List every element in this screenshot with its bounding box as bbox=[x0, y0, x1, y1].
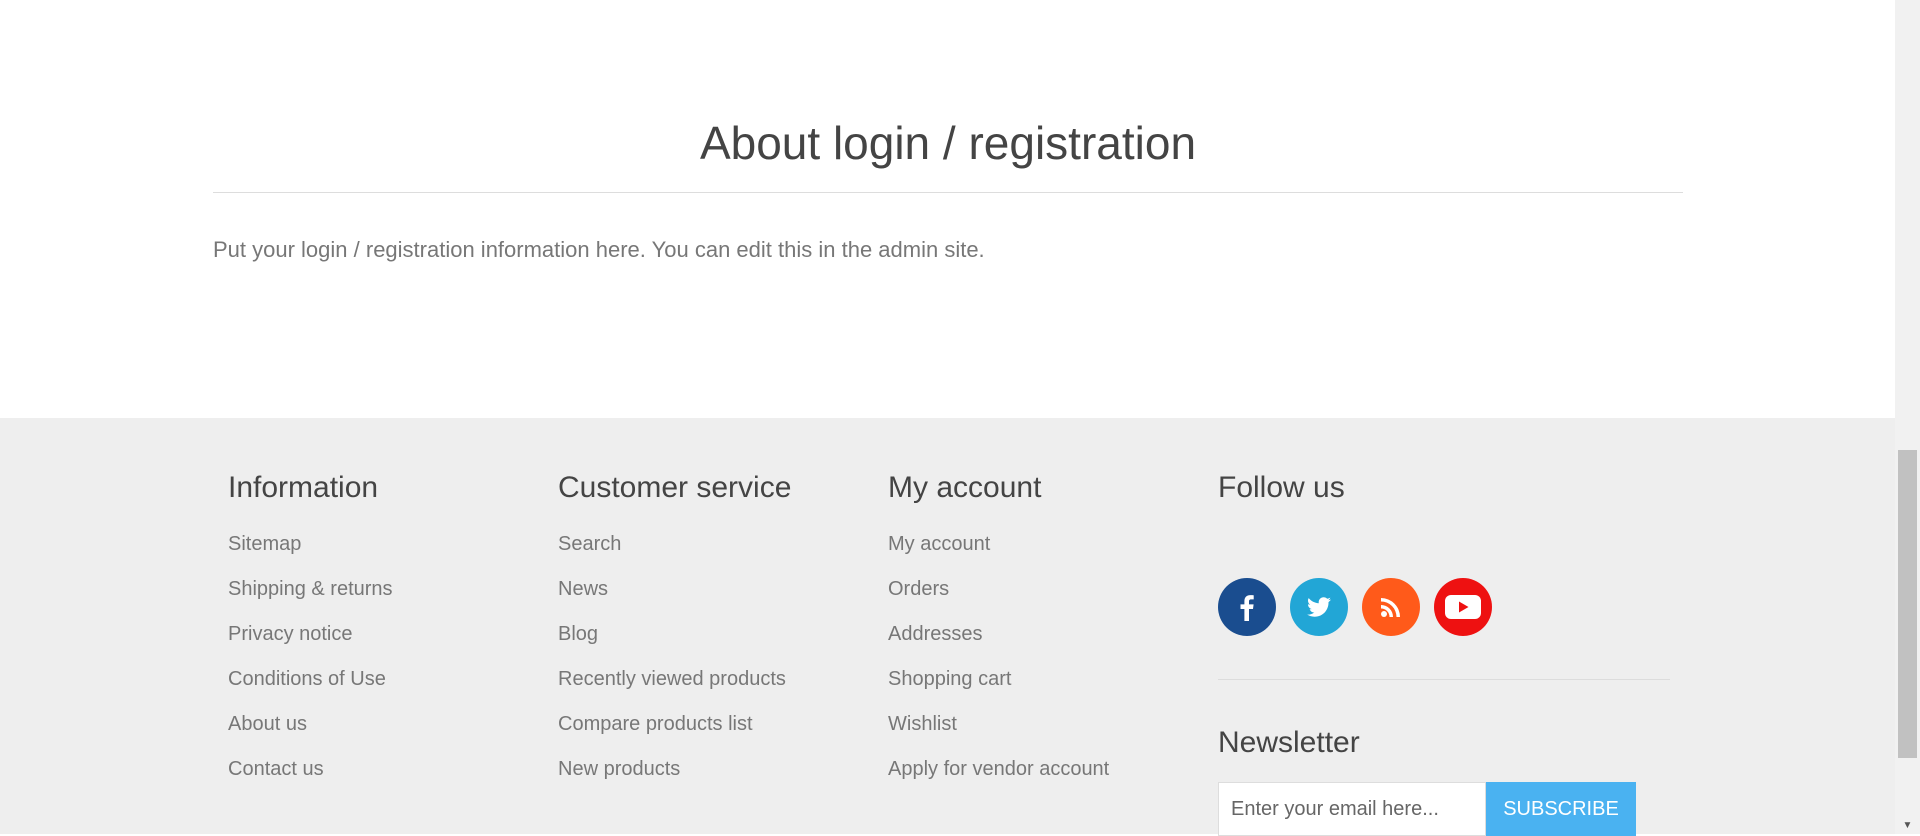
footer-link-news[interactable]: News bbox=[558, 575, 786, 620]
footer-link-my-account[interactable]: My account bbox=[888, 530, 1109, 575]
footer-link-new-products[interactable]: New products bbox=[558, 755, 786, 800]
scroll-down-arrow-icon[interactable]: ▼ bbox=[1895, 816, 1920, 834]
footer-link-shopping-cart[interactable]: Shopping cart bbox=[888, 665, 1109, 710]
footer-link-shipping-returns[interactable]: Shipping & returns bbox=[228, 575, 393, 620]
newsletter-form: SUBSCRIBE bbox=[1218, 782, 1636, 836]
footer-column-follow-us: Follow us Newsletter SUBSCRIBE bbox=[1218, 468, 1670, 836]
footer: Information Sitemap Shipping & returns P… bbox=[0, 418, 1895, 836]
footer-heading-information: Information bbox=[228, 471, 379, 504]
footer-link-wishlist[interactable]: Wishlist bbox=[888, 710, 1109, 755]
footer-column-my-account: My account My account Orders Addresses S… bbox=[888, 468, 1109, 780]
customer-service-links: Search News Blog Recently viewed product… bbox=[558, 530, 786, 800]
footer-link-apply-vendor[interactable]: Apply for vendor account bbox=[888, 755, 1109, 800]
footer-link-privacy-notice[interactable]: Privacy notice bbox=[228, 620, 393, 665]
youtube-icon[interactable] bbox=[1434, 578, 1492, 636]
twitter-icon[interactable] bbox=[1290, 578, 1348, 636]
footer-link-blog[interactable]: Blog bbox=[558, 620, 786, 665]
page-body-text: Put your login / registration informatio… bbox=[213, 237, 985, 262]
footer-link-orders[interactable]: Orders bbox=[888, 575, 1109, 620]
newsletter-heading: Newsletter bbox=[1218, 726, 1360, 759]
title-divider bbox=[213, 192, 1683, 193]
footer-heading-customer-service: Customer service bbox=[558, 471, 792, 504]
newsletter-email-input[interactable] bbox=[1218, 782, 1486, 836]
rss-icon[interactable] bbox=[1362, 578, 1420, 636]
footer-link-addresses[interactable]: Addresses bbox=[888, 620, 1109, 665]
main-content: About login / registration Put your logi… bbox=[0, 0, 1895, 418]
page-title: About login / registration bbox=[699, 117, 1197, 169]
my-account-links: My account Orders Addresses Shopping car… bbox=[888, 530, 1109, 800]
subscribe-button[interactable]: SUBSCRIBE bbox=[1486, 782, 1636, 836]
footer-heading-follow-us: Follow us bbox=[1218, 471, 1345, 504]
follow-us-divider bbox=[1218, 679, 1670, 680]
footer-link-contact-us[interactable]: Contact us bbox=[228, 755, 393, 800]
footer-link-compare-products[interactable]: Compare products list bbox=[558, 710, 786, 755]
social-links bbox=[1218, 578, 1492, 636]
footer-link-about-us[interactable]: About us bbox=[228, 710, 393, 755]
information-links: Sitemap Shipping & returns Privacy notic… bbox=[228, 530, 393, 800]
scrollbar-thumb[interactable] bbox=[1898, 450, 1917, 758]
facebook-icon[interactable] bbox=[1218, 578, 1276, 636]
footer-link-sitemap[interactable]: Sitemap bbox=[228, 530, 393, 575]
footer-link-search[interactable]: Search bbox=[558, 530, 786, 575]
footer-column-information: Information Sitemap Shipping & returns P… bbox=[228, 468, 393, 780]
vertical-scrollbar[interactable]: ▼ bbox=[1895, 0, 1920, 834]
footer-column-customer-service: Customer service Search News Blog Recent… bbox=[558, 468, 792, 780]
footer-link-recently-viewed[interactable]: Recently viewed products bbox=[558, 665, 786, 710]
footer-heading-my-account: My account bbox=[888, 471, 1042, 504]
footer-link-conditions-of-use[interactable]: Conditions of Use bbox=[228, 665, 393, 710]
